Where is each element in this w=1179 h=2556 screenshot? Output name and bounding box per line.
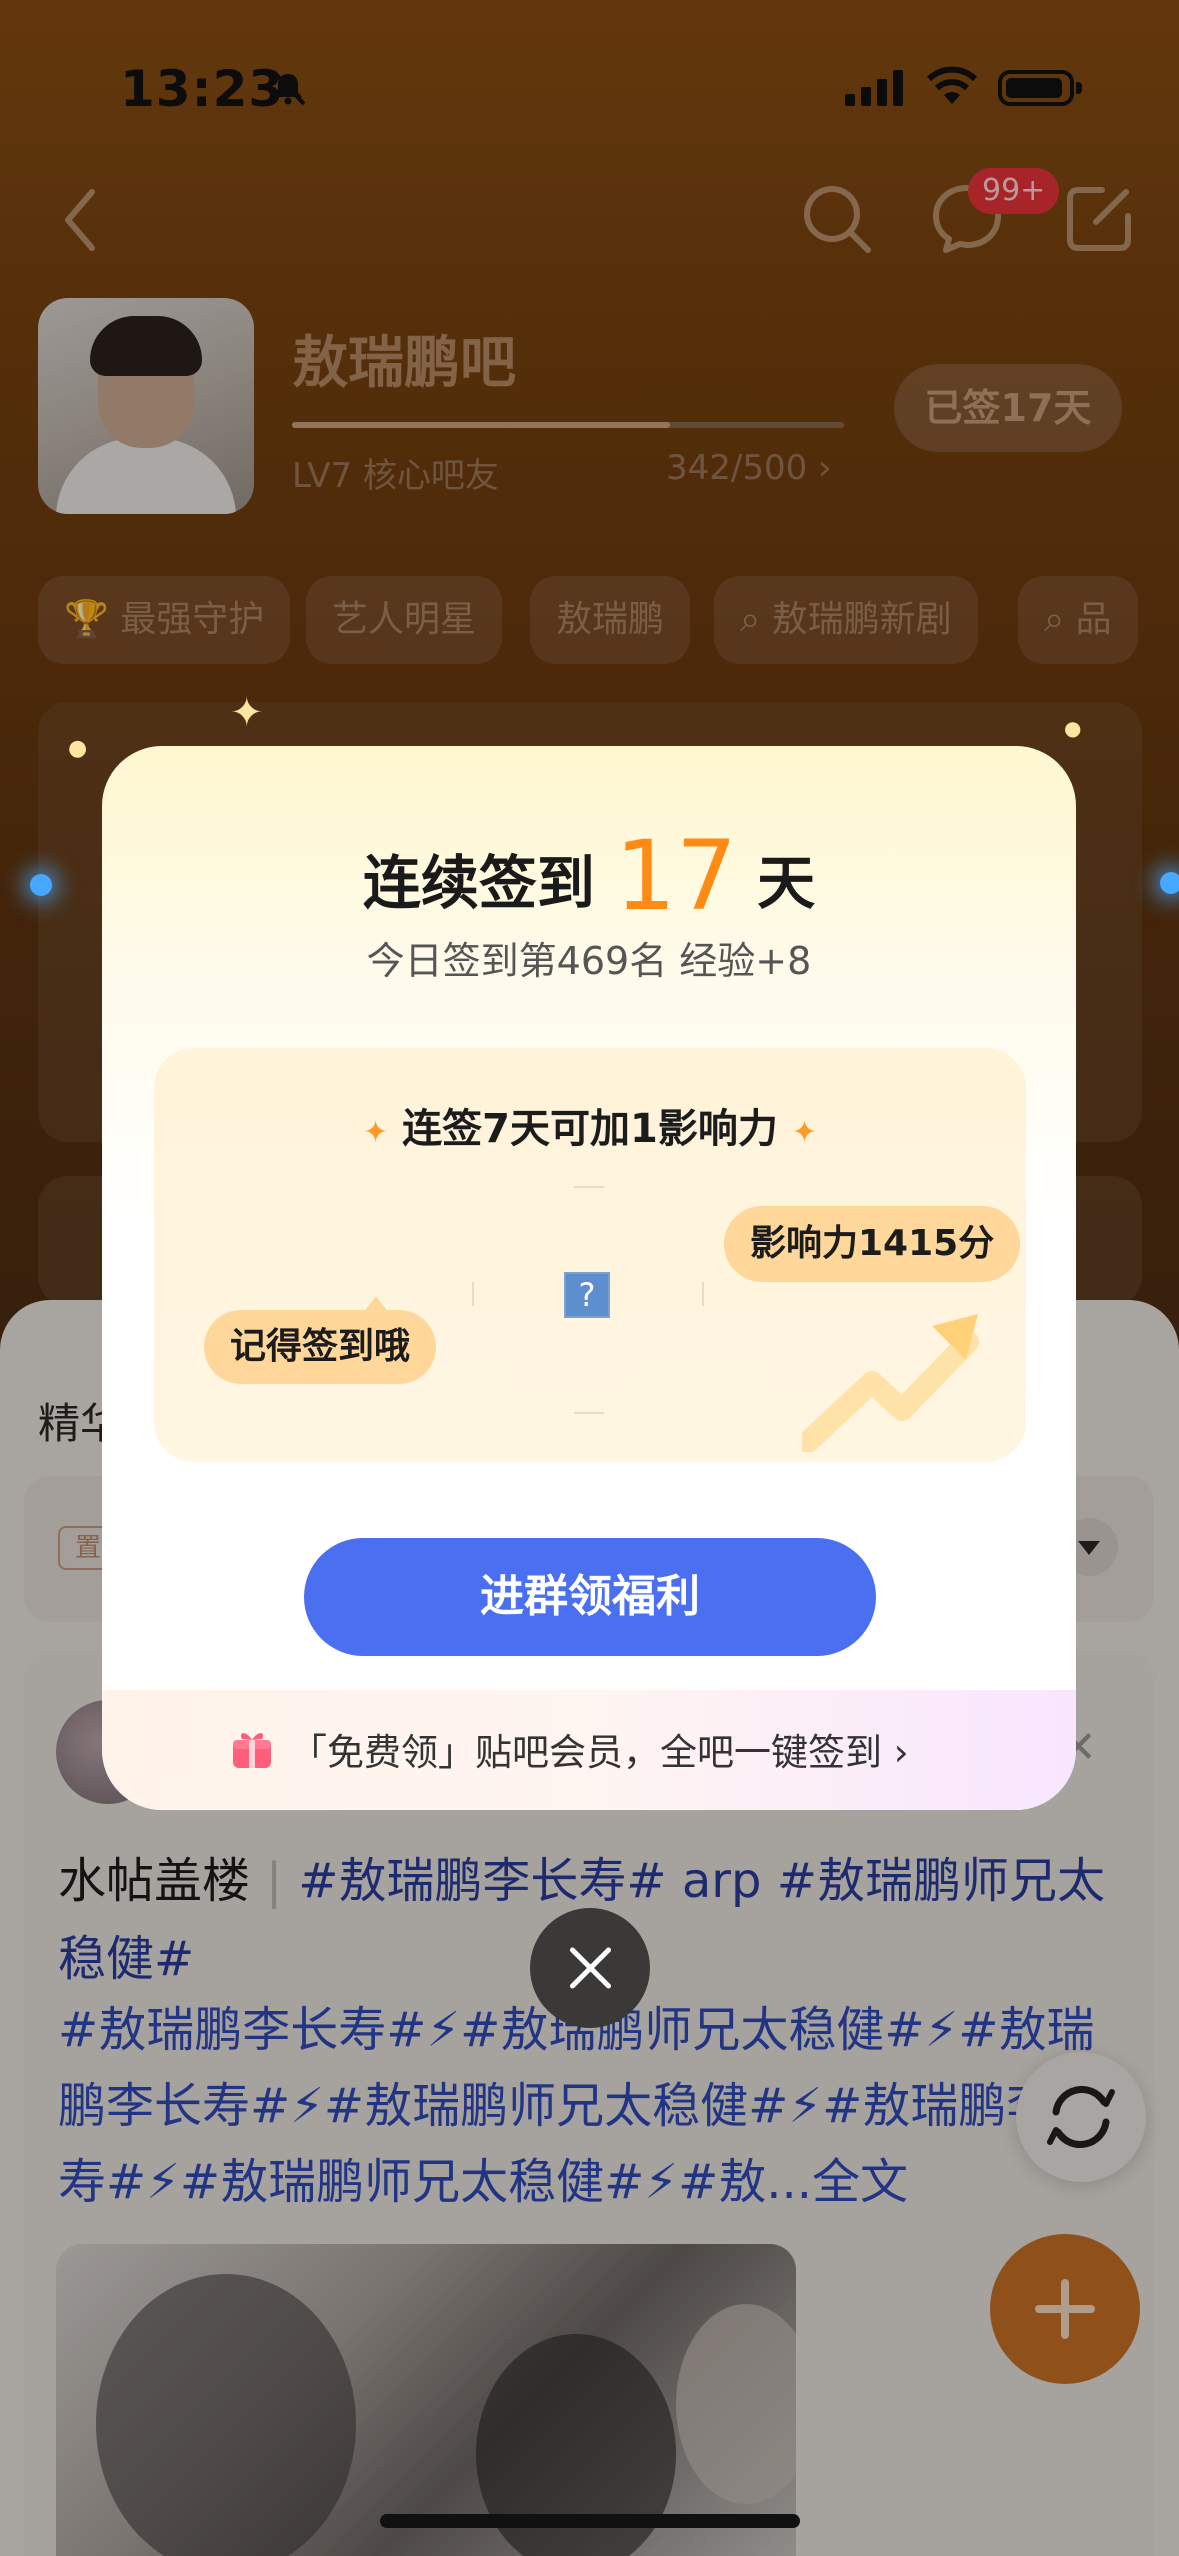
sparkle-icon: ✦ (230, 690, 264, 736)
placeholder-line (574, 1412, 604, 1414)
vip-promo-text: 「免费领」贴吧会员，全吧一键签到 › (290, 1731, 909, 1774)
vip-promo-link[interactable]: 「免费领」贴吧会员，全吧一键签到 › (102, 1690, 1076, 1810)
trend-up-arrow-icon (802, 1314, 979, 1452)
reminder-bubble: 记得签到哦 (204, 1296, 437, 1384)
glow-dot-decoration (1160, 872, 1179, 894)
sign-in-modal: 连续签到 17 天 今日签到第469名 经验+8 ✦ 连签7天可加1影响力 ✦ ? 影响… (102, 746, 1076, 1810)
influence-score-bubble: 影响力1415分 (724, 1206, 1021, 1282)
sparkle-icon: ● (68, 736, 88, 761)
progress-heading-text: 连签7天可加1影响力 (402, 1106, 778, 1152)
streak-title-suffix: 天 (757, 849, 816, 917)
sparkle-icon: ● (1064, 716, 1082, 740)
progress-heading: ✦ 连签7天可加1影响力 ✦ (154, 1096, 1026, 1154)
streak-title-prefix: 连续签到 (362, 849, 595, 917)
placeholder-line (702, 1282, 704, 1306)
broken-image-icon: ? (564, 1272, 610, 1318)
streak-title: 连续签到 17 天 (102, 820, 1076, 932)
sign-in-rank: 今日签到第469名 经验+8 (366, 939, 812, 983)
gift-icon (233, 1733, 271, 1768)
sparkle-icon: ✦ (363, 1115, 389, 1150)
home-indicator[interactable] (380, 2514, 800, 2528)
streak-days: 17 (614, 820, 738, 932)
placeholder-line (574, 1186, 604, 1188)
close-modal-button[interactable] (530, 1908, 650, 2028)
glow-dot-decoration (30, 874, 52, 896)
influence-progress-card: ✦ 连签7天可加1影响力 ✦ ? 影响力1415分 记得签到哦 (154, 1048, 1026, 1462)
placeholder-line (472, 1282, 474, 1306)
sparkle-icon: ✦ (791, 1115, 817, 1150)
join-group-button[interactable]: 进群领福利 (304, 1538, 876, 1656)
